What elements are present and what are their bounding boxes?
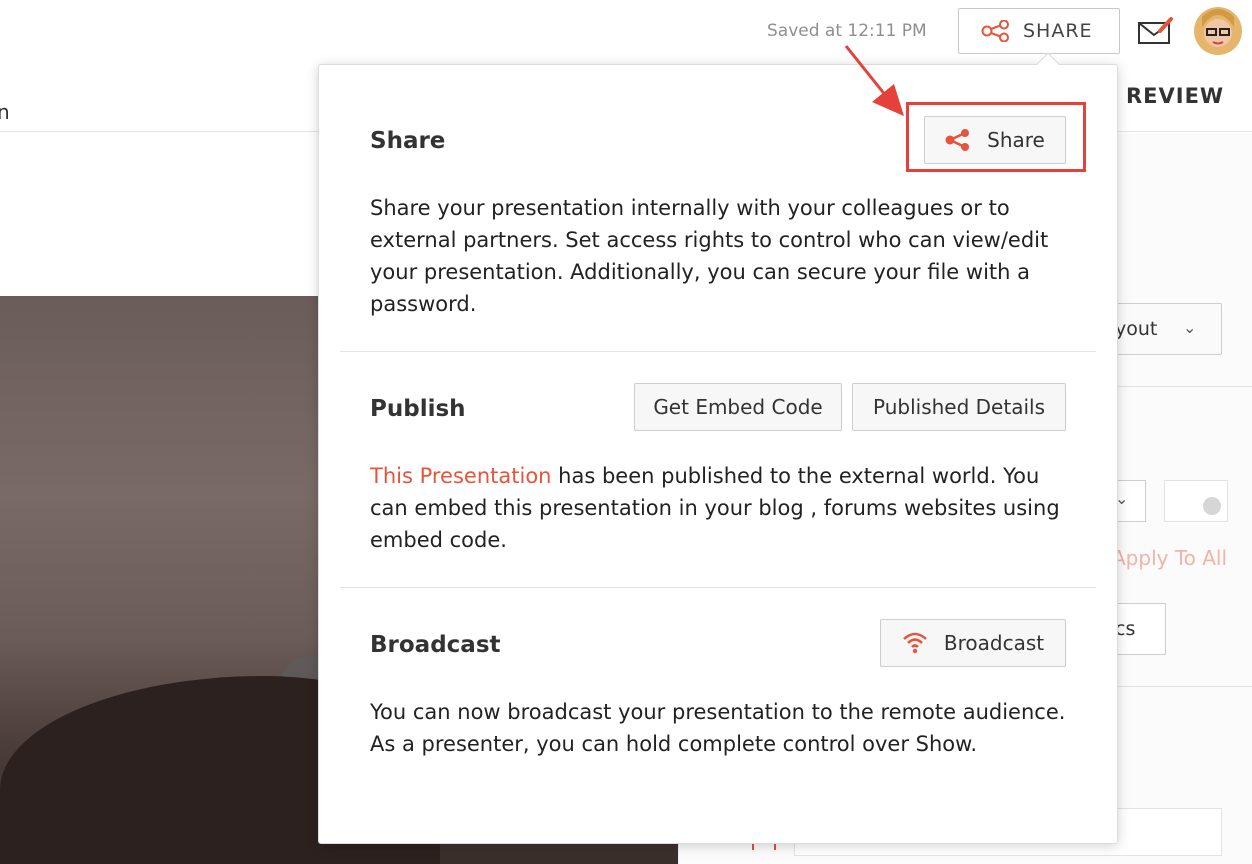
panel-button-label: cs — [1115, 618, 1136, 640]
publish-description: This Presentation has been published to … — [370, 460, 1070, 556]
saved-status: Saved at 12:11 PM — [767, 21, 927, 41]
publish-section-title: Publish — [370, 396, 466, 422]
broadcast-description: You can now broadcast your presentation … — [370, 700, 1066, 756]
section-divider — [340, 587, 1096, 588]
dropdown-knob-icon — [1203, 497, 1221, 515]
layout-dropdown-label: yout — [1115, 318, 1158, 340]
chevron-down-icon: ⌄ — [1183, 318, 1197, 337]
panel-divider — [1116, 686, 1252, 687]
panel-divider — [1116, 386, 1252, 387]
share-button-highlight — [906, 102, 1086, 172]
panel-dropdown[interactable] — [1164, 480, 1228, 522]
annotation-arrow — [844, 45, 904, 116]
tab-fragment[interactable]: n — [0, 100, 10, 124]
share-top-label: SHARE — [1023, 20, 1093, 42]
tab-review[interactable]: REVIEW — [1126, 84, 1224, 108]
share-section-title: Share — [370, 128, 446, 154]
broadcast-section-title: Broadcast — [370, 632, 501, 658]
broadcast-button-label: Broadcast — [943, 631, 1045, 655]
top-header: Saved at 12:11 PM SHARE — [0, 0, 1252, 64]
published-details-label: Published Details — [873, 395, 1045, 419]
broadcast-button[interactable]: Broadcast — [880, 619, 1066, 667]
mail-edit-icon[interactable] — [1136, 15, 1174, 47]
share-icon — [981, 20, 1009, 42]
published-details-button[interactable]: Published Details — [852, 383, 1066, 431]
share-description: Share your presentation internally with … — [370, 196, 1049, 316]
broadcast-icon — [903, 632, 927, 654]
avatar[interactable] — [1194, 7, 1242, 55]
share-top-button[interactable]: SHARE — [958, 8, 1120, 54]
presentation-link[interactable]: This Presentation — [370, 464, 551, 488]
section-divider — [340, 351, 1096, 352]
get-embed-code-label: Get Embed Code — [653, 395, 823, 419]
get-embed-code-button[interactable]: Get Embed Code — [634, 383, 842, 431]
apply-to-all-link[interactable]: Apply To All — [1112, 546, 1227, 570]
